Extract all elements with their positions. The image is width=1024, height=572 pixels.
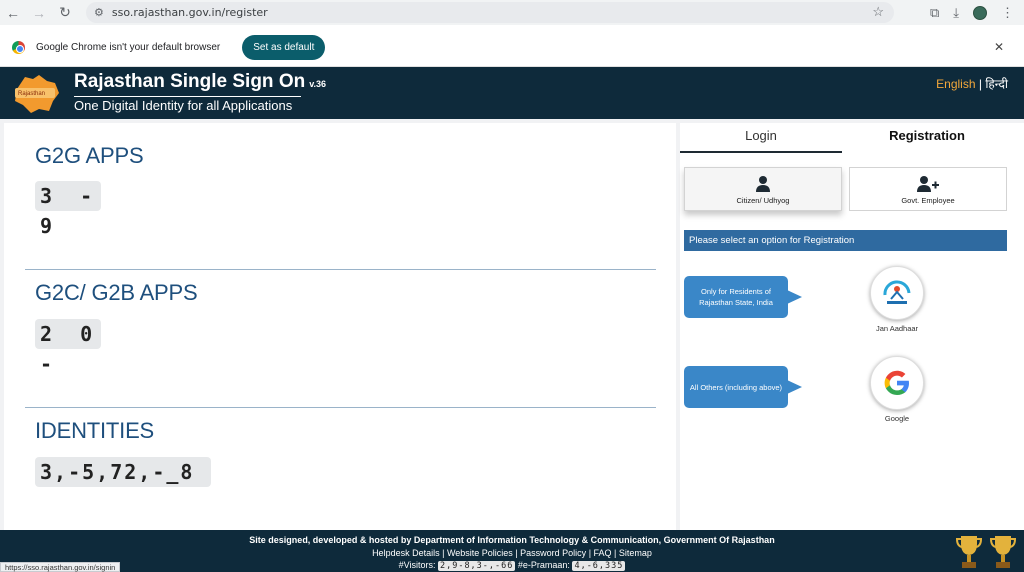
address-bar[interactable]: ⚙ sso.rajasthan.gov.in/register ☆	[86, 2, 894, 23]
citizen-udhyog-button[interactable]: Citizen/ Udhyog	[684, 167, 842, 211]
footer-counters: #Visitors: 2,9-8,3-,-66 #e-Pramaan: 4,-6…	[0, 560, 1024, 571]
extensions-icon[interactable]: ⧉	[930, 5, 939, 21]
google-label: Google	[884, 414, 910, 423]
site-title[interactable]: Rajasthan Single Sign On v.36	[74, 71, 326, 93]
visitors-counter: 2,9-8,3-,-66	[437, 561, 516, 571]
reload-icon[interactable]: ↻	[52, 0, 78, 25]
jan-aadhaar-button[interactable]	[870, 266, 924, 320]
stats-divider	[25, 269, 656, 270]
add-user-icon	[917, 176, 939, 192]
stat-title-g2c: G2C/ G2B APPS	[35, 280, 198, 305]
browser-toolbar: ← → ↻ ⚙ sso.rajasthan.gov.in/register ☆ …	[0, 0, 1024, 25]
residents-bubble: Only for Residents of Rajasthan State, I…	[684, 276, 802, 318]
stats-panel: G2G APPS 3 - 9 G2C/ G2B APPS 2 0 - IDENT…	[4, 123, 676, 530]
auth-panel: Login Registration Citizen/ Udhyog Govt.…	[680, 123, 1024, 530]
status-bar-url: https://sso.rajasthan.gov.in/signin	[0, 562, 121, 572]
tab-registration[interactable]: Registration	[842, 123, 1012, 153]
trophy-icon	[990, 536, 1016, 568]
set-default-button[interactable]: Set as default	[242, 35, 326, 60]
footer-link-helpdesk[interactable]: Helpdesk Details	[372, 548, 440, 558]
jan-aadhaar-label: Jan Aadhaar	[875, 324, 919, 333]
jan-aadhaar-logo-icon	[883, 280, 911, 304]
stat-value-g2c: 2 0 -	[35, 319, 101, 376]
title-underline	[74, 96, 301, 97]
site-footer: Site designed, developed & hosted by Dep…	[0, 530, 1024, 572]
tab-login[interactable]: Login	[680, 123, 842, 153]
stat-title-g2g: G2G APPS	[35, 143, 144, 168]
lang-english-link[interactable]: English	[936, 77, 975, 91]
footer-links: Helpdesk Details | Website Policies | Pa…	[372, 548, 652, 558]
citizen-udhyog-label: Citizen/ Udhyog	[736, 196, 790, 205]
epramaan-counter: 4,-6,335	[572, 561, 626, 571]
trophy-icon	[956, 536, 982, 568]
download-icon[interactable]: ⤓	[953, 5, 959, 21]
site-header: Rajasthan Rajasthan Single Sign On v.36 O…	[0, 67, 1024, 119]
address-url[interactable]: sso.rajasthan.gov.in/register	[112, 6, 268, 19]
back-icon[interactable]: ←	[0, 0, 26, 25]
user-icon	[756, 176, 770, 192]
chrome-logo-icon	[12, 41, 25, 54]
version-label: v.36	[309, 79, 327, 89]
google-logo-icon	[884, 370, 909, 395]
site-title-text: Rajasthan Single Sign On	[74, 71, 306, 92]
stat-title-identities: IDENTITIES	[35, 418, 155, 443]
bookmark-star-icon[interactable]: ☆	[872, 4, 884, 20]
registration-banner: Please select an option for Registration	[684, 230, 1007, 251]
stat-value-g2g: 3 - 9	[35, 181, 101, 238]
forward-icon[interactable]: →	[26, 0, 52, 25]
site-info-icon[interactable]: ⚙	[94, 6, 104, 19]
rajasthan-logo-icon: Rajasthan	[15, 75, 59, 113]
footer-link-faq[interactable]: FAQ	[594, 548, 612, 558]
svg-text:Rajasthan: Rajasthan	[18, 91, 45, 97]
footer-credit: Site designed, developed & hosted by Dep…	[249, 535, 775, 545]
footer-link-website-policies[interactable]: Website Policies	[447, 548, 513, 558]
profile-avatar[interactable]	[973, 5, 987, 20]
footer-link-password-policy[interactable]: Password Policy	[520, 548, 586, 558]
lang-separator: |	[978, 77, 982, 91]
language-switcher: English | हिन्दी	[936, 75, 1008, 92]
footer-link-sitemap[interactable]: Sitemap	[619, 548, 652, 558]
stats-divider	[25, 407, 656, 408]
default-browser-infobar: Google Chrome isn't your default browser…	[0, 29, 1024, 67]
infobar-text: Google Chrome isn't your default browser	[36, 42, 221, 53]
close-icon[interactable]: ✕	[994, 40, 1004, 54]
epramaan-label: #e-Pramaan:	[517, 560, 570, 570]
google-button[interactable]	[870, 356, 924, 410]
site-subtitle: One Digital Identity for all Application…	[74, 98, 293, 113]
main-area: G2G APPS 3 - 9 G2C/ G2B APPS 2 0 - IDENT…	[0, 119, 1024, 530]
menu-kebab-icon[interactable]: ⋮	[1001, 5, 1014, 21]
stat-value-identities: 3,-5,72,-_8	[35, 457, 211, 487]
lang-hindi-link[interactable]: हिन्दी	[985, 77, 1008, 91]
govt-employee-button[interactable]: Govt. Employee	[849, 167, 1007, 211]
govt-employee-label: Govt. Employee	[901, 196, 955, 205]
others-bubble: All Others (including above)	[684, 366, 802, 408]
visitors-label: #Visitors:	[398, 560, 436, 570]
